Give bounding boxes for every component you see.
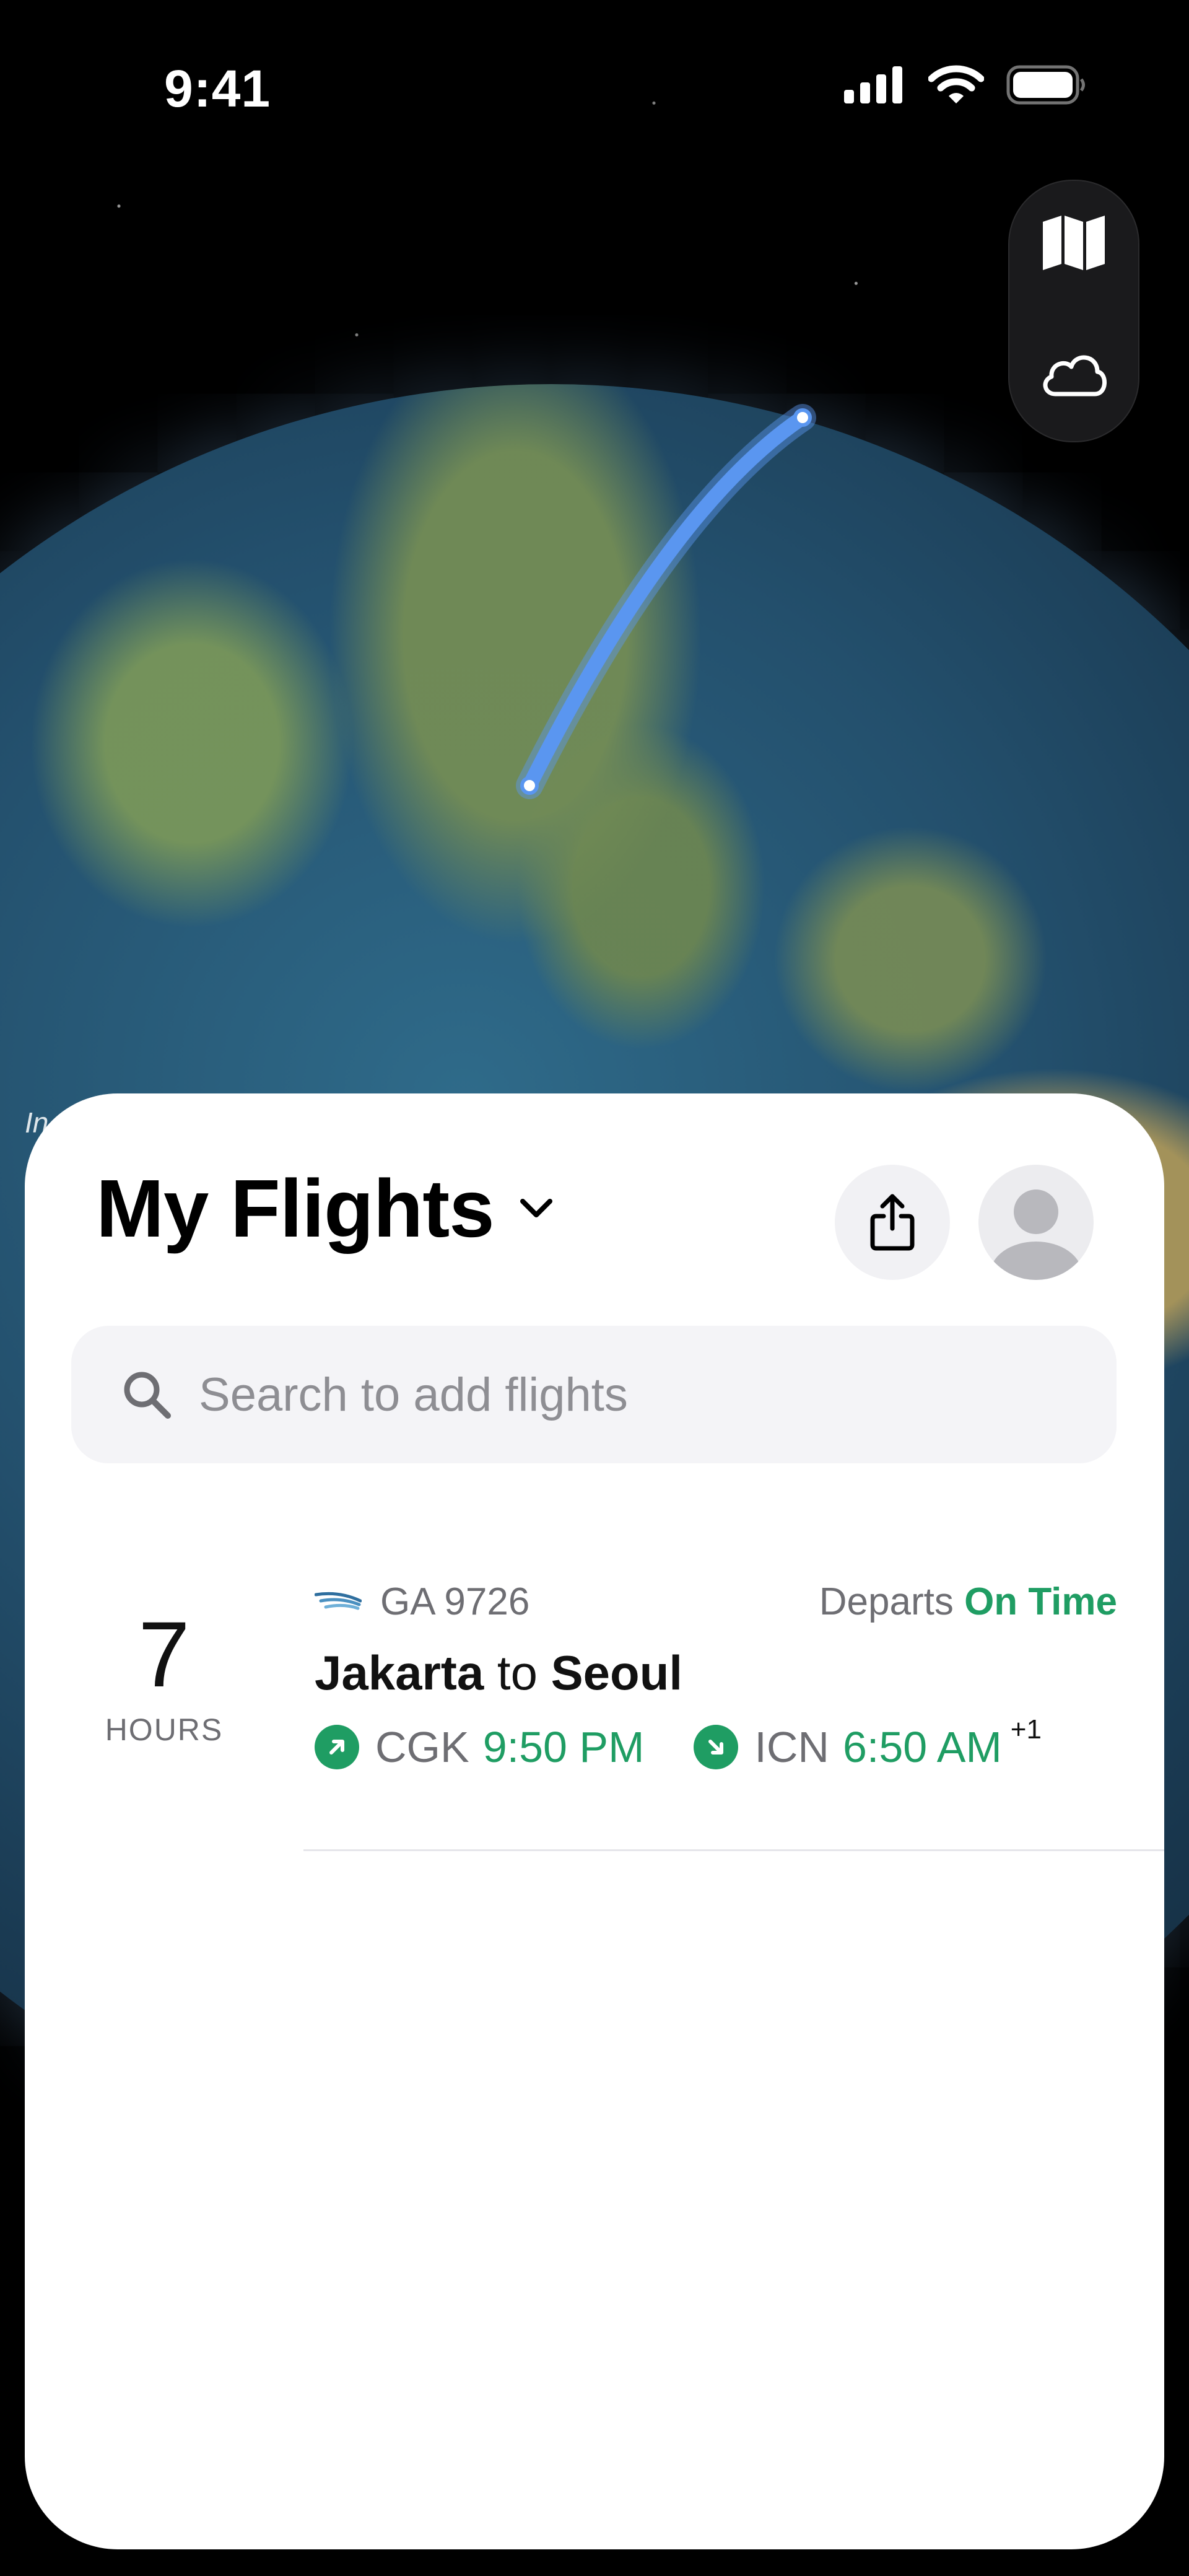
- map-style-button[interactable]: [1037, 206, 1111, 280]
- app-screen: In 9:41 My Flights Search to add flights…: [0, 0, 1189, 2576]
- route-connector: to: [497, 1645, 538, 1700]
- cloud-icon: [1043, 355, 1107, 396]
- flight-duration: 7 HOURS: [81, 1608, 248, 1748]
- map-icon: [1043, 216, 1105, 270]
- landing-arrow-icon: [694, 1725, 739, 1769]
- departure-info: CGK 9:50 PM: [315, 1722, 644, 1772]
- flights-list-selector[interactable]: My Flights: [96, 1162, 554, 1255]
- status-time: 9:41: [164, 59, 271, 118]
- profile-avatar[interactable]: [978, 1165, 1094, 1280]
- garuda-airline-icon: [315, 1592, 362, 1610]
- airline-info: GA 9726: [315, 1580, 529, 1624]
- destination-city: Seoul: [551, 1645, 683, 1700]
- status-badge: On Time: [964, 1580, 1117, 1623]
- origin-marker: [520, 776, 539, 795]
- duration-value: 7: [138, 1602, 190, 1706]
- person-icon: [990, 1189, 1082, 1280]
- battery-icon: [1006, 65, 1085, 105]
- origin-city: Jakarta: [315, 1645, 484, 1700]
- destination-code: ICN: [754, 1723, 829, 1771]
- takeoff-arrow-icon: [315, 1725, 359, 1769]
- departure-time: 9:50 PM: [482, 1723, 645, 1771]
- departure-status: Departs On Time: [819, 1580, 1117, 1624]
- row-divider: [303, 1849, 1164, 1851]
- day-offset: +1: [1010, 1714, 1042, 1745]
- cellular-signal-icon: [844, 66, 902, 103]
- wifi-icon: [928, 65, 984, 103]
- chevron-down-icon: [520, 1198, 552, 1217]
- duration-unit: HOURS: [105, 1712, 224, 1747]
- arrival-time: 6:50 AM: [842, 1723, 1002, 1771]
- weather-layer-button[interactable]: [1037, 336, 1111, 410]
- arrival-info: ICN 6:50 AM +1: [694, 1714, 1042, 1772]
- flights-sheet: My Flights Search to add flights 7 HOURS…: [25, 1093, 1164, 2549]
- status-bar: 9:41: [0, 0, 1189, 173]
- map-controls: [1008, 180, 1139, 442]
- origin-code: CGK: [375, 1723, 469, 1771]
- route-title: Jakarta to Seoul: [315, 1645, 682, 1701]
- status-prefix: Departs: [819, 1580, 954, 1623]
- flight-number: GA 9726: [380, 1580, 530, 1623]
- flight-times: CGK 9:50 PM ICN 6:50 AM +1: [315, 1714, 1091, 1772]
- share-button[interactable]: [835, 1165, 950, 1280]
- destination-marker: [793, 408, 812, 427]
- search-placeholder: Search to add flights: [199, 1368, 628, 1421]
- flight-row[interactable]: 7 HOURS GA 9726 Departs On Time Jakarta …: [25, 1527, 1164, 1818]
- sheet-title: My Flights: [96, 1163, 495, 1254]
- share-icon: [870, 1194, 915, 1251]
- search-flights-field[interactable]: Search to add flights: [71, 1326, 1117, 1463]
- search-icon: [124, 1372, 171, 1419]
- status-icons: [844, 65, 1087, 105]
